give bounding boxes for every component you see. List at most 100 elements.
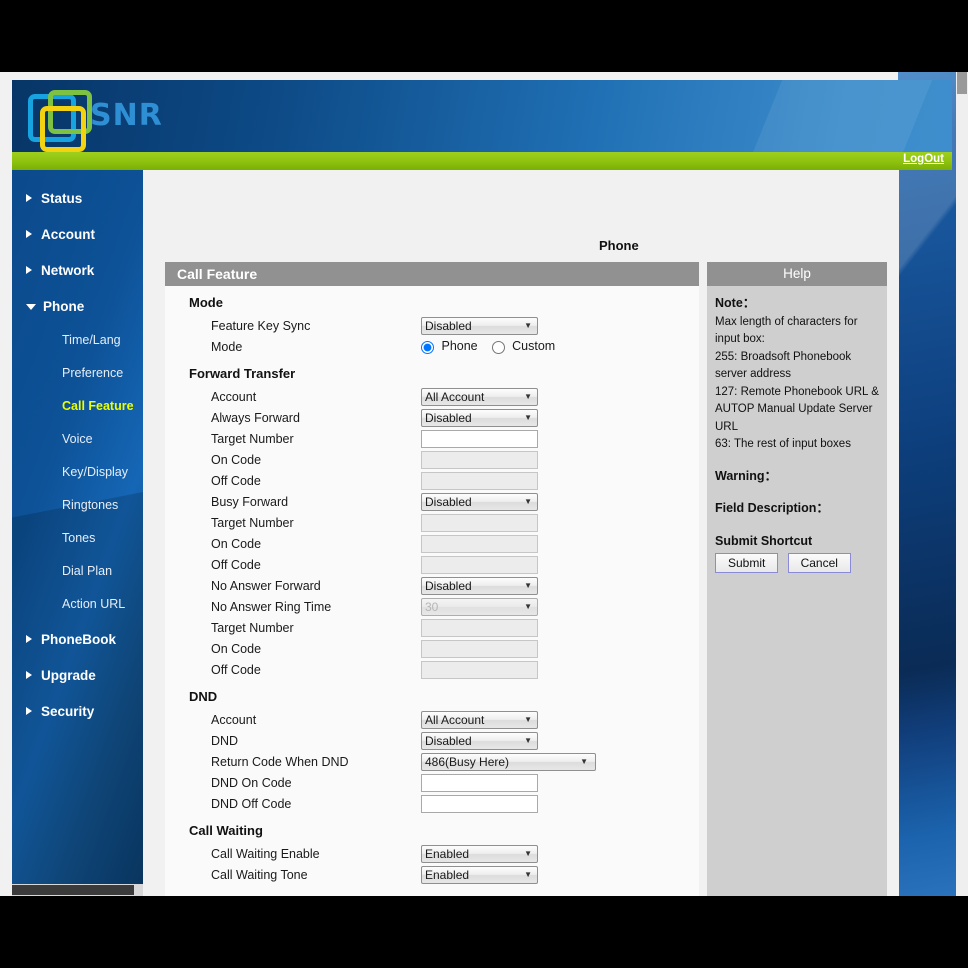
row-naf-off-code: Off Code (165, 659, 699, 680)
input-dnd-off-code[interactable] (421, 794, 538, 813)
row-bf-off-code: Off Code (165, 554, 699, 575)
row-af-target-number: Target Number (165, 428, 699, 449)
label-dnd-off-code: DND Off Code (211, 796, 292, 811)
select-call-waiting-enable[interactable]: DisabledEnabled (421, 844, 538, 863)
sidebar-item-phone[interactable]: Phone (12, 288, 143, 324)
snr-logo-icon (24, 88, 96, 152)
label-dnd-on-code: DND On Code (211, 775, 292, 790)
settings-form: Mode Feature Key Sync DisabledEnabled ▼ … (165, 286, 699, 896)
row-busy-forward: Busy Forward DisabledEnabled ▼ (165, 491, 699, 512)
label-naf-target-number: Target Number (211, 620, 294, 635)
sidebar-item-voice[interactable]: Voice (12, 423, 143, 456)
label-ft-account: Account (211, 389, 257, 404)
chevron-right-icon (26, 230, 32, 238)
sidebar-item-security[interactable]: Security (12, 693, 143, 729)
input-naf-off-code[interactable] (421, 660, 538, 679)
input-af-target-number[interactable] (421, 429, 538, 448)
page-title: Call Feature (165, 262, 699, 286)
help-body: Note： Max length of characters for input… (707, 286, 887, 574)
sidebar-item-call-feature[interactable]: Call Feature (12, 390, 143, 423)
sidebar-item-ringtones[interactable]: Ringtones (12, 489, 143, 522)
select-call-waiting-tone[interactable]: DisabledEnabled (421, 865, 538, 884)
green-accent-bar: LogOut (12, 152, 952, 170)
input-dnd-on-code[interactable] (421, 773, 538, 792)
sidebar-item-preference[interactable]: Preference (12, 357, 143, 390)
sidebar-item-time-lang[interactable]: Time/Lang (12, 324, 143, 357)
input-bf-on-code[interactable] (421, 534, 538, 553)
label-call-waiting-enable: Call Waiting Enable (211, 846, 320, 861)
control-feature-key-sync: DisabledEnabled ▼ (421, 316, 538, 335)
select-ft-account[interactable]: All AccountAccount 1Account 2 (421, 387, 538, 406)
select-dnd[interactable]: DisabledEnabled (421, 731, 538, 750)
input-af-off-code[interactable] (421, 471, 538, 490)
scrollbar-thumb-vertical[interactable] (957, 72, 967, 94)
radio-option-phone[interactable]: Phone (421, 339, 478, 354)
sidebar-list: Status Account Network Phone Time/Lang Prefer… (12, 170, 143, 729)
help-note-line: 127: Remote Phonebook URL & AUTOP Manual… (715, 385, 879, 433)
sidebar-item-account[interactable]: Account (12, 216, 143, 252)
input-naf-target-number[interactable] (421, 618, 538, 637)
row-ft-account: Account All AccountAccount 1Account 2 ▼ (165, 386, 699, 407)
chevron-right-icon (26, 635, 32, 643)
sidebar-item-tones[interactable]: Tones (12, 522, 143, 555)
sidebar-item-status[interactable]: Status (12, 180, 143, 216)
radio-option-custom[interactable]: Custom (491, 339, 556, 354)
chevron-right-icon (26, 194, 32, 202)
label-af-off-code: Off Code (211, 473, 261, 488)
submit-button[interactable]: Submit (715, 553, 779, 573)
input-naf-on-code[interactable] (421, 639, 538, 658)
label-af-target-number: Target Number (211, 431, 294, 446)
radio-input-phone[interactable] (421, 340, 434, 354)
input-bf-off-code[interactable] (421, 555, 538, 574)
select-no-answer-forward[interactable]: DisabledEnabled (421, 576, 538, 595)
sidebar-item-upgrade[interactable]: Upgrade (12, 657, 143, 693)
horizontal-scrollbar[interactable] (12, 884, 143, 896)
label-naf-off-code: Off Code (211, 662, 261, 677)
help-buttons: Submit Cancel (715, 553, 879, 574)
select-feature-key-sync[interactable]: DisabledEnabled (421, 316, 538, 335)
sidebar-item-action-url[interactable]: Action URL (12, 588, 143, 621)
label-call-waiting-tone: Call Waiting Tone (211, 867, 308, 882)
sidebar-item-network[interactable]: Network (12, 252, 143, 288)
browser-page: SNR LogOut Status Account Network Phone Time… (0, 72, 968, 896)
radio-group-mode: Phone Custom (421, 339, 569, 354)
help-title: Help (707, 262, 887, 286)
sidebar-item-phonebook[interactable]: PhoneBook (12, 621, 143, 657)
row-mode: Mode Phone Custom (165, 336, 699, 357)
sidebar-item-label: PhoneBook (41, 631, 117, 647)
input-af-on-code[interactable] (421, 450, 538, 469)
select-return-code-dnd[interactable]: 404(Not Found)480(Temporarily Unavailabl… (421, 752, 596, 771)
vertical-scrollbar[interactable] (956, 72, 968, 896)
sidebar-nav: Status Account Network Phone Time/Lang Prefer… (12, 170, 143, 896)
control-dnd: DisabledEnabled ▼ (421, 731, 538, 750)
input-bf-target-number[interactable] (421, 513, 538, 532)
sidebar-item-key-display[interactable]: Key/Display (12, 456, 143, 489)
sidebar-item-dial-plan[interactable]: Dial Plan (12, 555, 143, 588)
radio-input-custom[interactable] (491, 340, 505, 354)
group-heading-mode: Mode (189, 295, 223, 310)
label-feature-key-sync: Feature Key Sync (211, 318, 311, 333)
scrollbar-thumb[interactable] (12, 885, 134, 895)
cancel-button[interactable]: Cancel (787, 553, 851, 573)
label-dnd-account: Account (211, 712, 257, 727)
control-no-answer-ring-time: 30 ▼ (421, 597, 538, 616)
logout-link[interactable]: LogOut (903, 153, 944, 165)
select-always-forward[interactable]: DisabledEnabled (421, 408, 538, 427)
chevron-right-icon (26, 671, 32, 679)
brand-name: SNR (90, 98, 163, 133)
select-no-answer-ring-time[interactable]: 30 (421, 597, 538, 616)
label-no-answer-ring-time: No Answer Ring Time (211, 599, 332, 614)
main-content: Call Feature Phone Mode Feature Key Sync… (153, 170, 899, 896)
radio-label-custom: Custom (512, 339, 556, 354)
help-field-description-heading: Field Description： (715, 501, 829, 515)
label-mode: Mode (211, 339, 243, 354)
control-always-forward: DisabledEnabled ▼ (421, 408, 538, 427)
screen: SNR LogOut Status Account Network Phone Time… (0, 0, 968, 968)
row-no-answer-forward: No Answer Forward DisabledEnabled ▼ (165, 575, 699, 596)
select-dnd-account[interactable]: All AccountAccount 1Account 2 (421, 710, 538, 729)
chevron-right-icon (26, 707, 32, 715)
help-panel: Help Note： Max length of characters for … (707, 262, 887, 896)
label-bf-on-code: On Code (211, 536, 262, 551)
select-busy-forward[interactable]: DisabledEnabled (421, 492, 538, 511)
